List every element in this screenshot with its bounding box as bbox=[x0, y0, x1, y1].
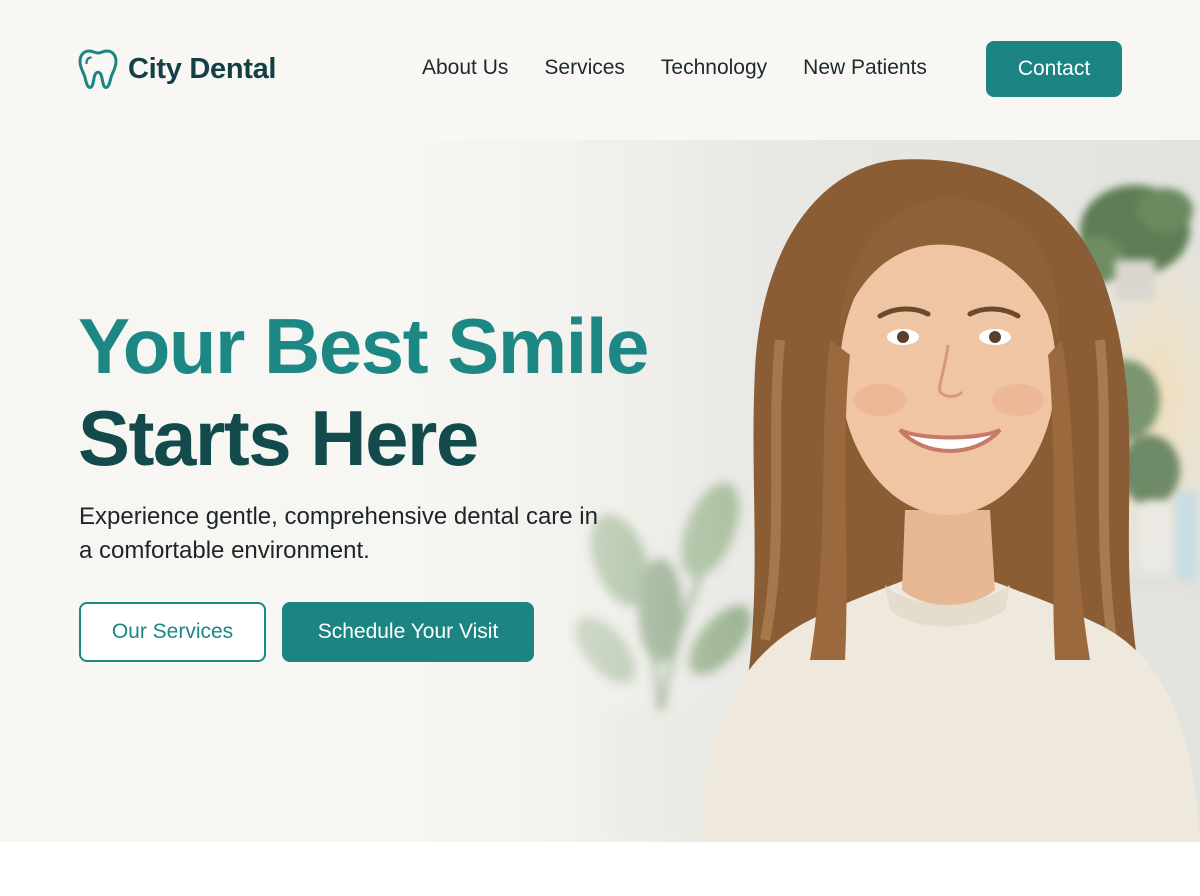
brand-logo[interactable]: City Dental bbox=[78, 48, 276, 90]
main-nav: About Us Services Technology New Patient… bbox=[422, 56, 927, 80]
site-header: City Dental About Us Services Technology… bbox=[0, 0, 1200, 140]
hero-headline: Your Best Smile Starts Here bbox=[78, 300, 718, 484]
brand-name: City Dental bbox=[128, 52, 277, 85]
page: City Dental About Us Services Technology… bbox=[0, 0, 1200, 896]
our-services-button[interactable]: Our Services bbox=[79, 602, 266, 662]
next-section-strip bbox=[0, 842, 1200, 896]
nav-link-new-patients[interactable]: New Patients bbox=[803, 56, 927, 80]
tooth-icon bbox=[78, 49, 118, 89]
schedule-visit-button[interactable]: Schedule Your Visit bbox=[282, 602, 534, 662]
hero-headline-line-1: Your Best Smile bbox=[78, 302, 649, 390]
contact-button[interactable]: Contact bbox=[986, 41, 1122, 97]
hero-headline-line-2: Starts Here bbox=[78, 394, 479, 482]
hero-section: Your Best Smile Starts Here Experience g… bbox=[0, 140, 1200, 842]
nav-link-about-us[interactable]: About Us bbox=[422, 56, 508, 80]
hero-left-fade bbox=[0, 140, 760, 842]
hero-portrait-image bbox=[700, 159, 1200, 842]
nav-link-technology[interactable]: Technology bbox=[661, 56, 767, 80]
hero-subtext: Experience gentle, comprehensive dental … bbox=[79, 503, 598, 564]
nav-link-services[interactable]: Services bbox=[544, 56, 625, 80]
